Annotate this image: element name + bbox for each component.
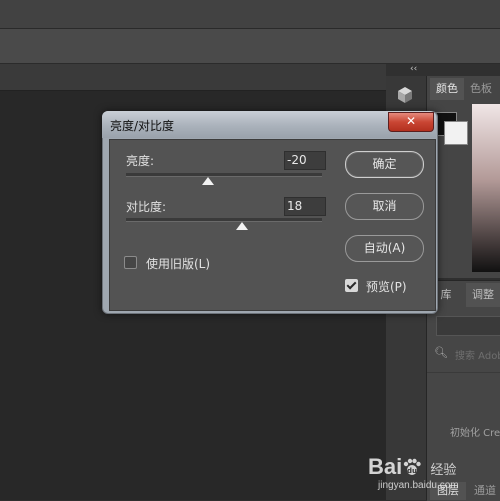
cancel-button[interactable]: 取消 xyxy=(345,193,424,220)
panel-dock-header xyxy=(386,64,500,76)
options-bar xyxy=(0,29,500,64)
document-tab-strip xyxy=(0,64,386,91)
contrast-input[interactable]: 18 xyxy=(284,197,326,216)
ok-button[interactable]: 确定 xyxy=(345,151,424,178)
collapse-panels-icon[interactable]: ‹‹ xyxy=(410,64,417,74)
tab-swatches[interactable]: 色板 xyxy=(470,78,500,100)
background-color-swatch[interactable] xyxy=(444,121,468,145)
brightness-slider-thumb[interactable] xyxy=(202,177,215,185)
color-picker-field[interactable] xyxy=(472,104,500,272)
watermark-url: jingyan.baidu.com xyxy=(378,480,459,491)
contrast-slider-thumb[interactable] xyxy=(235,222,248,230)
library-dropdown[interactable] xyxy=(436,316,500,336)
tab-channels[interactable]: 通道 xyxy=(474,482,500,500)
preview-label[interactable]: 预览(P) xyxy=(366,278,407,295)
brightness-input[interactable]: -20 xyxy=(284,151,326,170)
close-icon: ✕ xyxy=(405,114,417,128)
baidu-jingyan-watermark: Bai du 经验 xyxy=(368,454,457,479)
contrast-slider-track[interactable] xyxy=(126,218,322,222)
contrast-label: 对比度: xyxy=(126,200,167,214)
menu-bar xyxy=(0,0,500,29)
tab-adjustments[interactable]: 调整 xyxy=(466,283,500,307)
divider xyxy=(427,372,500,373)
paw-icon: du xyxy=(404,458,421,475)
dialog-title: 亮度/对比度 xyxy=(110,119,175,133)
search-icon: 🔍︎ xyxy=(434,346,448,359)
baidu-logo: Bai du xyxy=(368,454,428,479)
use-legacy-label[interactable]: 使用旧版(L) xyxy=(146,255,210,272)
brightness-slider-track[interactable] xyxy=(126,173,322,177)
library-search-input[interactable]: 搜索 Adob xyxy=(455,347,500,362)
svg-text:du: du xyxy=(407,467,417,475)
brightness-label: 亮度: xyxy=(126,154,155,168)
tab-color[interactable]: 颜色 xyxy=(430,78,464,100)
close-button[interactable]: ✕ xyxy=(388,112,434,132)
use-legacy-checkbox[interactable] xyxy=(124,256,137,269)
preview-checkbox[interactable] xyxy=(345,279,358,292)
auto-button[interactable]: 自动(A) xyxy=(345,235,424,262)
library-status-text: 初始化 Cre xyxy=(450,428,500,439)
3d-cube-icon[interactable] xyxy=(396,86,414,104)
